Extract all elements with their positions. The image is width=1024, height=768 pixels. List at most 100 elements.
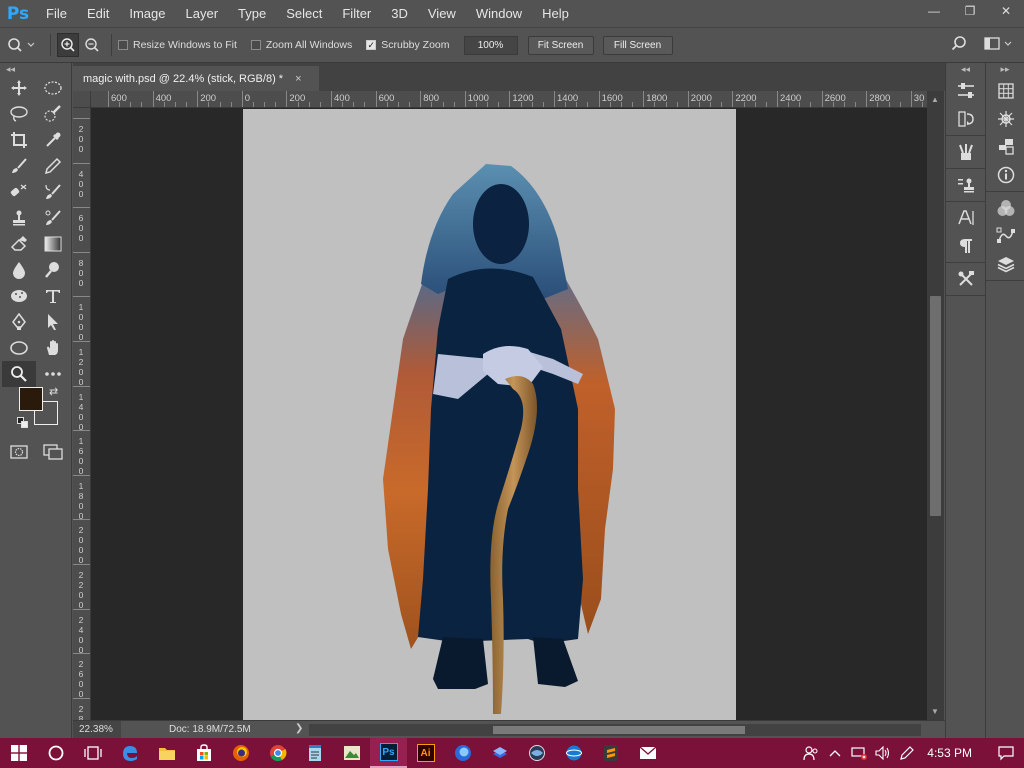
- scroll-up-icon[interactable]: ▲: [931, 95, 939, 104]
- menu-edit[interactable]: Edit: [77, 0, 119, 27]
- status-menu-arrow-icon[interactable]: ❯: [295, 723, 303, 734]
- marquee-tool[interactable]: [36, 75, 70, 101]
- app-book-taskbar-button[interactable]: [481, 738, 518, 768]
- character-panel-button[interactable]: [946, 204, 986, 232]
- chrome-taskbar-button[interactable]: [259, 738, 296, 768]
- search-button[interactable]: [950, 35, 968, 56]
- zoom-in-button[interactable]: [57, 33, 79, 57]
- brush-presets-button[interactable]: [946, 138, 986, 166]
- brush-tool[interactable]: [2, 153, 36, 179]
- edge-taskbar-button[interactable]: [111, 738, 148, 768]
- sponge-tool[interactable]: [2, 283, 36, 309]
- blur-tool[interactable]: [2, 257, 36, 283]
- info-panel-button[interactable]: [986, 161, 1024, 189]
- foreground-color-swatch[interactable]: [19, 387, 43, 411]
- photoshop-taskbar-button[interactable]: Ps: [370, 738, 407, 768]
- zoom-out-button[interactable]: [79, 33, 105, 57]
- task-view-button[interactable]: [74, 738, 111, 768]
- tool-presets-button[interactable]: [946, 265, 986, 293]
- vertical-scroll-thumb[interactable]: [930, 296, 941, 516]
- canvas-area[interactable]: [91, 108, 927, 720]
- pen-ink-icon[interactable]: [895, 738, 919, 768]
- scrubby-zoom-checkbox[interactable]: ✓ Scrubby Zoom: [366, 39, 450, 51]
- quick-mask-button[interactable]: [2, 439, 36, 465]
- collapse-toolbar-icon[interactable]: ◂◂: [0, 63, 71, 75]
- history-panel-button[interactable]: [946, 105, 986, 133]
- paths-panel-button[interactable]: [986, 222, 1024, 250]
- cortana-button[interactable]: [37, 738, 74, 768]
- swap-colors-icon[interactable]: ⇄: [49, 385, 58, 398]
- swatches-panel-button[interactable]: [986, 77, 1024, 105]
- document-tab[interactable]: magic with.psd @ 22.4% (stick, RGB/8) * …: [73, 66, 319, 91]
- history-brush-tool[interactable]: [36, 179, 70, 205]
- minimize-button[interactable]: —: [916, 0, 952, 22]
- fit-screen-button[interactable]: Fit Screen: [527, 35, 594, 55]
- workspace-switcher[interactable]: [984, 36, 1014, 52]
- lasso-tool[interactable]: [2, 101, 36, 127]
- screen-mode-button[interactable]: [36, 439, 70, 465]
- crop-tool[interactable]: [2, 127, 36, 153]
- checkbox-checked-box[interactable]: ✓: [366, 40, 377, 50]
- move-tool[interactable]: [2, 75, 36, 101]
- menu-layer[interactable]: Layer: [176, 0, 229, 27]
- mail-taskbar-button[interactable]: [629, 738, 666, 768]
- volume-icon[interactable]: [871, 738, 895, 768]
- tool-preset-picker[interactable]: [0, 33, 44, 57]
- properties-panel-button[interactable]: [946, 77, 986, 105]
- scroll-down-icon[interactable]: ▼: [931, 707, 939, 716]
- pen-tool[interactable]: [2, 309, 36, 335]
- libraries-panel-button[interactable]: [986, 133, 1024, 161]
- layers-panel-button[interactable]: [986, 250, 1024, 278]
- illustrator-taskbar-button[interactable]: Ai: [407, 738, 444, 768]
- sublime-taskbar-button[interactable]: [592, 738, 629, 768]
- close-tab-icon[interactable]: ×: [295, 73, 301, 85]
- close-window-button[interactable]: ✕: [988, 0, 1024, 22]
- browser-app-taskbar-button[interactable]: [555, 738, 592, 768]
- shape-tool[interactable]: [2, 335, 36, 361]
- network-disconnected-icon[interactable]: [847, 738, 871, 768]
- clone-source-button[interactable]: [946, 171, 986, 199]
- type-tool[interactable]: [36, 283, 70, 309]
- eraser-tool[interactable]: [2, 231, 36, 257]
- menu-window[interactable]: Window: [466, 0, 532, 27]
- notepad-taskbar-button[interactable]: [296, 738, 333, 768]
- checkbox-box[interactable]: [118, 40, 128, 50]
- horizontal-ruler[interactable]: 600 400 200 0 200 400 600 800 1000 1200 1400 1600 18…: [91, 91, 927, 108]
- dodge-tool[interactable]: [36, 257, 70, 283]
- zoom-level-field[interactable]: 22.38%: [73, 720, 121, 739]
- document-canvas[interactable]: [243, 109, 736, 720]
- menu-file[interactable]: File: [36, 0, 77, 27]
- edit-toolbar-button[interactable]: [36, 361, 70, 387]
- fill-screen-button[interactable]: Fill Screen: [602, 35, 673, 55]
- navigator-panel-button[interactable]: [986, 105, 1024, 133]
- zoom-tool[interactable]: [2, 361, 36, 387]
- ruler-origin[interactable]: [73, 91, 91, 108]
- media-app-taskbar-button[interactable]: [518, 738, 555, 768]
- stamp-tool[interactable]: [2, 205, 36, 231]
- action-center-icon[interactable]: [988, 738, 1024, 768]
- zoom-all-windows-checkbox[interactable]: Zoom All Windows: [250, 39, 352, 51]
- menu-help[interactable]: Help: [532, 0, 579, 27]
- menu-filter[interactable]: Filter: [332, 0, 381, 27]
- menu-3d[interactable]: 3D: [381, 0, 418, 27]
- path-selection-tool[interactable]: [36, 309, 70, 335]
- expand-panels-icon[interactable]: ▸▸: [986, 63, 1024, 75]
- menu-type[interactable]: Type: [228, 0, 276, 27]
- horizontal-scroll-thumb[interactable]: [493, 726, 745, 734]
- photo-app-taskbar-button[interactable]: [333, 738, 370, 768]
- resize-windows-checkbox[interactable]: Resize Windows to Fit: [118, 39, 237, 51]
- firefox-taskbar-button[interactable]: [222, 738, 259, 768]
- checkbox-box[interactable]: [250, 40, 261, 50]
- menu-select[interactable]: Select: [276, 0, 332, 27]
- vertical-ruler[interactable]: 200 400 600 800 1000 1200 1400 1600 1800 2000 2200…: [73, 108, 91, 720]
- zoom-percent-field[interactable]: 100%: [463, 35, 518, 55]
- menu-image[interactable]: Image: [119, 0, 175, 27]
- art-history-tool[interactable]: [36, 205, 70, 231]
- paragraph-panel-button[interactable]: [946, 232, 986, 260]
- default-colors-icon[interactable]: [17, 417, 28, 431]
- show-hidden-icons-chevron-icon[interactable]: [823, 738, 847, 768]
- channels-panel-button[interactable]: [986, 194, 1024, 222]
- vertical-scrollbar[interactable]: ▲ ▼: [927, 91, 944, 720]
- start-button[interactable]: [0, 738, 37, 768]
- pencil-tool[interactable]: [36, 153, 70, 179]
